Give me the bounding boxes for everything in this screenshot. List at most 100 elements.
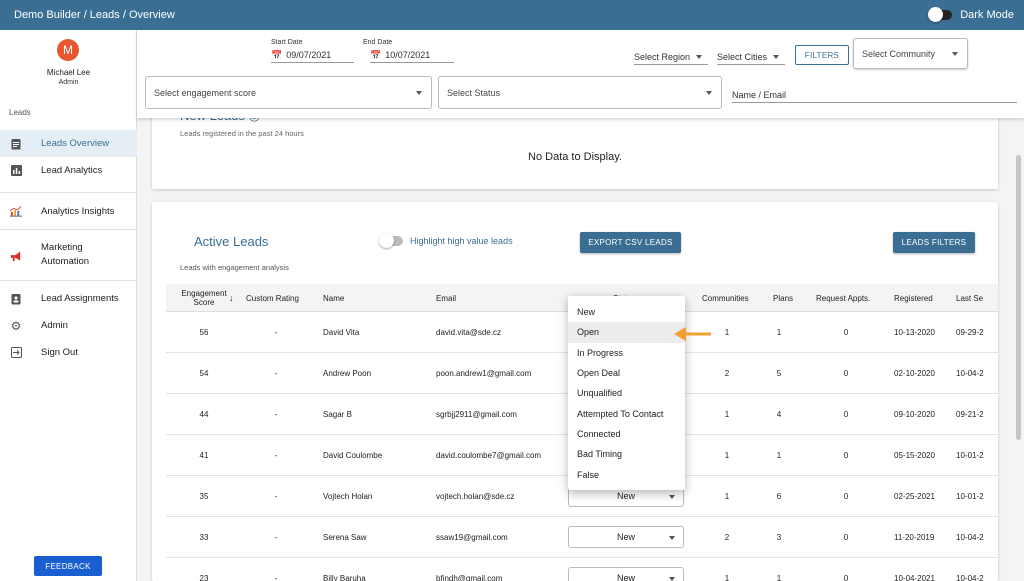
cell-rating: - xyxy=(274,533,278,542)
calendar-icon: 📅 xyxy=(370,49,382,60)
name-email-input[interactable]: Name / Email xyxy=(732,88,1017,103)
highlight-switch[interactable] xyxy=(379,233,403,248)
sidebar-item-label: Leads Overview xyxy=(41,138,110,149)
status-option[interactable]: Open Deal xyxy=(568,363,685,383)
status-select-value: New xyxy=(616,573,635,581)
cell-rating: - xyxy=(274,574,278,581)
sidebar-item-analytics-insights[interactable]: Analytics Insights xyxy=(0,198,137,225)
cell-request-appts: 0 xyxy=(843,451,849,460)
status-option[interactable]: New xyxy=(568,302,685,322)
filter-bar: Start Date 📅 09/07/2021 End Date 📅 10/07… xyxy=(137,30,1024,118)
chevron-down-icon xyxy=(669,495,675,499)
cell-plans: 6 xyxy=(776,492,782,501)
col-registered[interactable]: Registered xyxy=(894,284,933,312)
leads-filters-button[interactable]: LEADS FILTERS xyxy=(893,232,975,253)
col-email[interactable]: Email xyxy=(436,284,456,312)
status-option[interactable]: Bad Timing xyxy=(568,444,685,464)
start-date-value: 09/07/2021 xyxy=(286,50,332,60)
no-data-message: No Data to Display. xyxy=(528,151,622,163)
chevron-down-icon xyxy=(696,55,703,59)
cell-score: 23 xyxy=(199,574,209,581)
cell-name: David Coulombe xyxy=(323,451,383,460)
end-date-field[interactable]: 📅 10/07/2021 xyxy=(370,48,454,63)
sidebar-item-lead-analytics[interactable]: Lead Analytics xyxy=(0,157,137,184)
col-request-appts[interactable]: Request Appts. xyxy=(816,284,870,312)
cell-name: Billy Baruha xyxy=(323,574,366,581)
status-select[interactable]: New xyxy=(568,567,684,581)
cell-request-appts: 0 xyxy=(843,492,849,501)
sidebar-item-sign-out[interactable]: Sign Out xyxy=(0,339,137,366)
user-name: Michael Lee xyxy=(46,68,91,77)
cell-request-appts: 0 xyxy=(843,328,849,337)
col-custom-rating[interactable]: Custom Rating xyxy=(246,284,299,312)
filters-button[interactable]: FILTERS xyxy=(795,45,849,65)
user-role: Admin xyxy=(58,79,79,86)
cell-name: Serena Saw xyxy=(323,533,367,542)
start-date-label: Start Date xyxy=(271,39,303,46)
engagement-score-select[interactable]: Select engagement score xyxy=(145,76,432,109)
cell-score: 44 xyxy=(199,410,209,419)
cell-registered: 09-10-2020 xyxy=(894,410,935,419)
cell-communities: 2 xyxy=(724,369,730,378)
table-row[interactable]: 23 - Billy Baruha bfindh@gmail.com 1 1 0 10-04-… xyxy=(166,558,998,581)
scrollbar[interactable] xyxy=(1016,155,1021,440)
cell-plans: 4 xyxy=(776,410,782,419)
start-date-field[interactable]: 📅 09/07/2021 xyxy=(271,48,354,63)
cell-plans: 3 xyxy=(776,533,782,542)
sidebar-item-marketing-automation[interactable]: Marketing Automation xyxy=(0,237,137,275)
cell-rating: - xyxy=(274,451,278,460)
col-engagement-score[interactable]: Engagement Score xyxy=(174,284,234,312)
end-date-value: 10/07/2021 xyxy=(385,50,431,60)
community-select[interactable]: Select Community xyxy=(853,38,968,69)
cell-last-seen: 09-21-2 xyxy=(956,410,984,419)
col-last-seen[interactable]: Last Se xyxy=(956,284,983,312)
chevron-down-icon xyxy=(669,577,675,581)
sidebar-item-label: Marketing xyxy=(41,242,83,253)
insights-chart-icon xyxy=(10,206,22,218)
status-select[interactable]: New xyxy=(568,526,684,548)
dark-mode-switch[interactable] xyxy=(928,7,953,22)
sidebar-item-admin[interactable]: ⚙ Admin xyxy=(0,312,137,339)
chevron-down-icon xyxy=(669,536,675,540)
sidebar-item-lead-assignments[interactable]: Lead Assignments xyxy=(0,285,137,312)
megaphone-icon xyxy=(10,250,22,262)
cell-email: david.coulombe7@gmail.com xyxy=(436,451,542,460)
cell-last-seen: 10-04-2 xyxy=(956,533,984,542)
dark-mode-toggle[interactable]: Dark Mode xyxy=(928,0,1014,30)
cell-email: sgrbjj2911@gmail.com xyxy=(436,410,517,419)
name-email-placeholder: Name / Email xyxy=(732,90,787,100)
col-name[interactable]: Name xyxy=(323,284,344,312)
sidebar-item-leads-overview[interactable]: Leads Overview xyxy=(0,130,137,157)
annotation-arrow-icon xyxy=(674,327,711,341)
cell-last-seen: 10-04-2 xyxy=(956,574,984,581)
cities-select[interactable]: Select Cities xyxy=(717,50,785,65)
status-select-value: New xyxy=(616,491,635,501)
export-csv-button[interactable]: EXPORT CSV LEADS xyxy=(580,232,681,253)
status-option[interactable]: Attempted To Contact xyxy=(568,403,685,423)
assignment-icon xyxy=(10,293,22,305)
clipboard-icon xyxy=(10,138,22,150)
status-option[interactable]: Open xyxy=(568,322,685,343)
col-communities[interactable]: Communities xyxy=(702,284,749,312)
status-select[interactable]: Select Status xyxy=(438,76,722,109)
avatar[interactable]: M xyxy=(57,39,79,61)
active-leads-title: Active Leads xyxy=(194,234,269,249)
cell-last-seen: 10-04-2 xyxy=(956,369,984,378)
sort-arrow-icon[interactable]: ↓ xyxy=(229,284,234,312)
highlight-toggle[interactable]: Highlight high value leads xyxy=(379,233,513,248)
region-select[interactable]: Select Region xyxy=(634,50,708,65)
col-plans[interactable]: Plans xyxy=(773,284,793,312)
sidebar-item-label: Sign Out xyxy=(41,347,78,358)
cell-communities: 1 xyxy=(724,492,730,501)
status-option[interactable]: False xyxy=(568,464,685,484)
cell-name: Sagar B xyxy=(323,410,352,419)
status-option[interactable]: Unqualified xyxy=(568,383,685,403)
bar-chart-icon xyxy=(10,165,22,177)
cell-score: 35 xyxy=(199,492,209,501)
status-option[interactable]: Connected xyxy=(568,424,685,444)
cell-plans: 5 xyxy=(776,369,782,378)
table-row[interactable]: 33 - Serena Saw ssaw19@gmail.com 2 3 0 11-20-20… xyxy=(166,517,998,558)
cities-select-label: Select Cities xyxy=(717,52,768,62)
feedback-button[interactable]: FEEDBACK xyxy=(34,556,102,576)
status-option[interactable]: In Progress xyxy=(568,343,685,363)
